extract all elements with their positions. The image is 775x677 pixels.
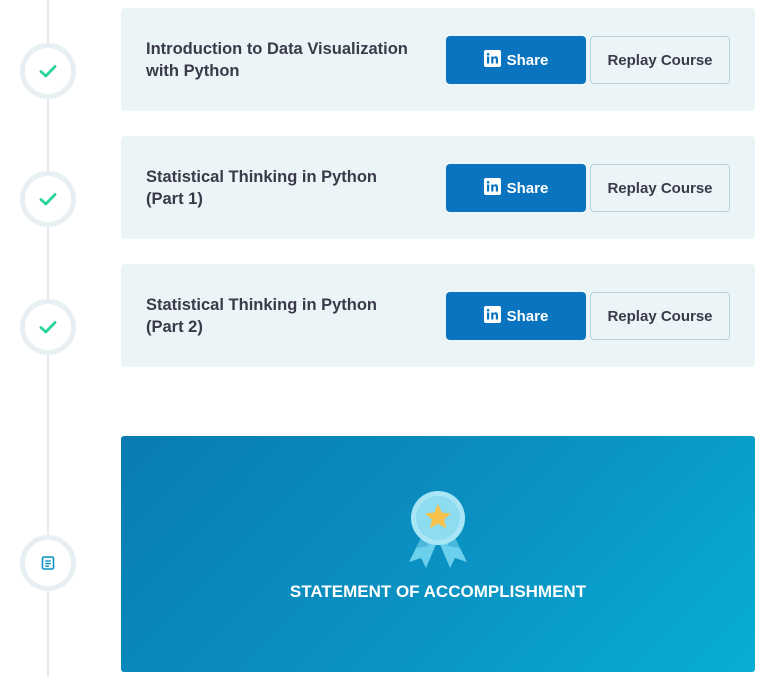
check-icon: [39, 65, 57, 78]
course-card: Introduction to Data Visualization with …: [121, 8, 755, 111]
check-icon: [39, 193, 57, 206]
completed-node: [20, 171, 76, 227]
course-title: Statistical Thinking in Python (Part 2): [146, 295, 378, 336]
replay-course-button[interactable]: Replay Course: [590, 36, 730, 84]
linkedin-icon: [483, 305, 501, 323]
share-button[interactable]: Share: [446, 164, 586, 212]
linkedin-icon: [483, 177, 501, 195]
share-button[interactable]: Share: [446, 292, 586, 340]
course-title: Introduction to Data Visualization with …: [146, 39, 408, 80]
completed-node: [20, 43, 76, 99]
replay-course-button[interactable]: Replay Course: [590, 292, 730, 340]
completed-node: [20, 299, 76, 355]
share-label: Share: [506, 179, 549, 197]
linkedin-icon: [483, 49, 501, 67]
statement-title: STATEMENT OF ACCOMPLISHMENT: [289, 582, 587, 601]
replay-course-button[interactable]: Replay Course: [590, 164, 730, 212]
award-ribbon-icon: [409, 491, 467, 568]
share-label: Share: [506, 51, 549, 69]
document-icon: [41, 556, 55, 570]
check-icon: [39, 321, 57, 334]
course-card: Statistical Thinking in Python (Part 2) …: [121, 264, 755, 367]
share-button[interactable]: Share: [446, 36, 586, 84]
statement-of-accomplishment-card[interactable]: STATEMENT OF ACCOMPLISHMENT: [121, 436, 755, 672]
course-title: Statistical Thinking in Python (Part 1): [146, 167, 378, 208]
course-card: Statistical Thinking in Python (Part 1) …: [121, 136, 755, 239]
share-label: Share: [506, 307, 549, 325]
statement-node: [20, 535, 76, 591]
